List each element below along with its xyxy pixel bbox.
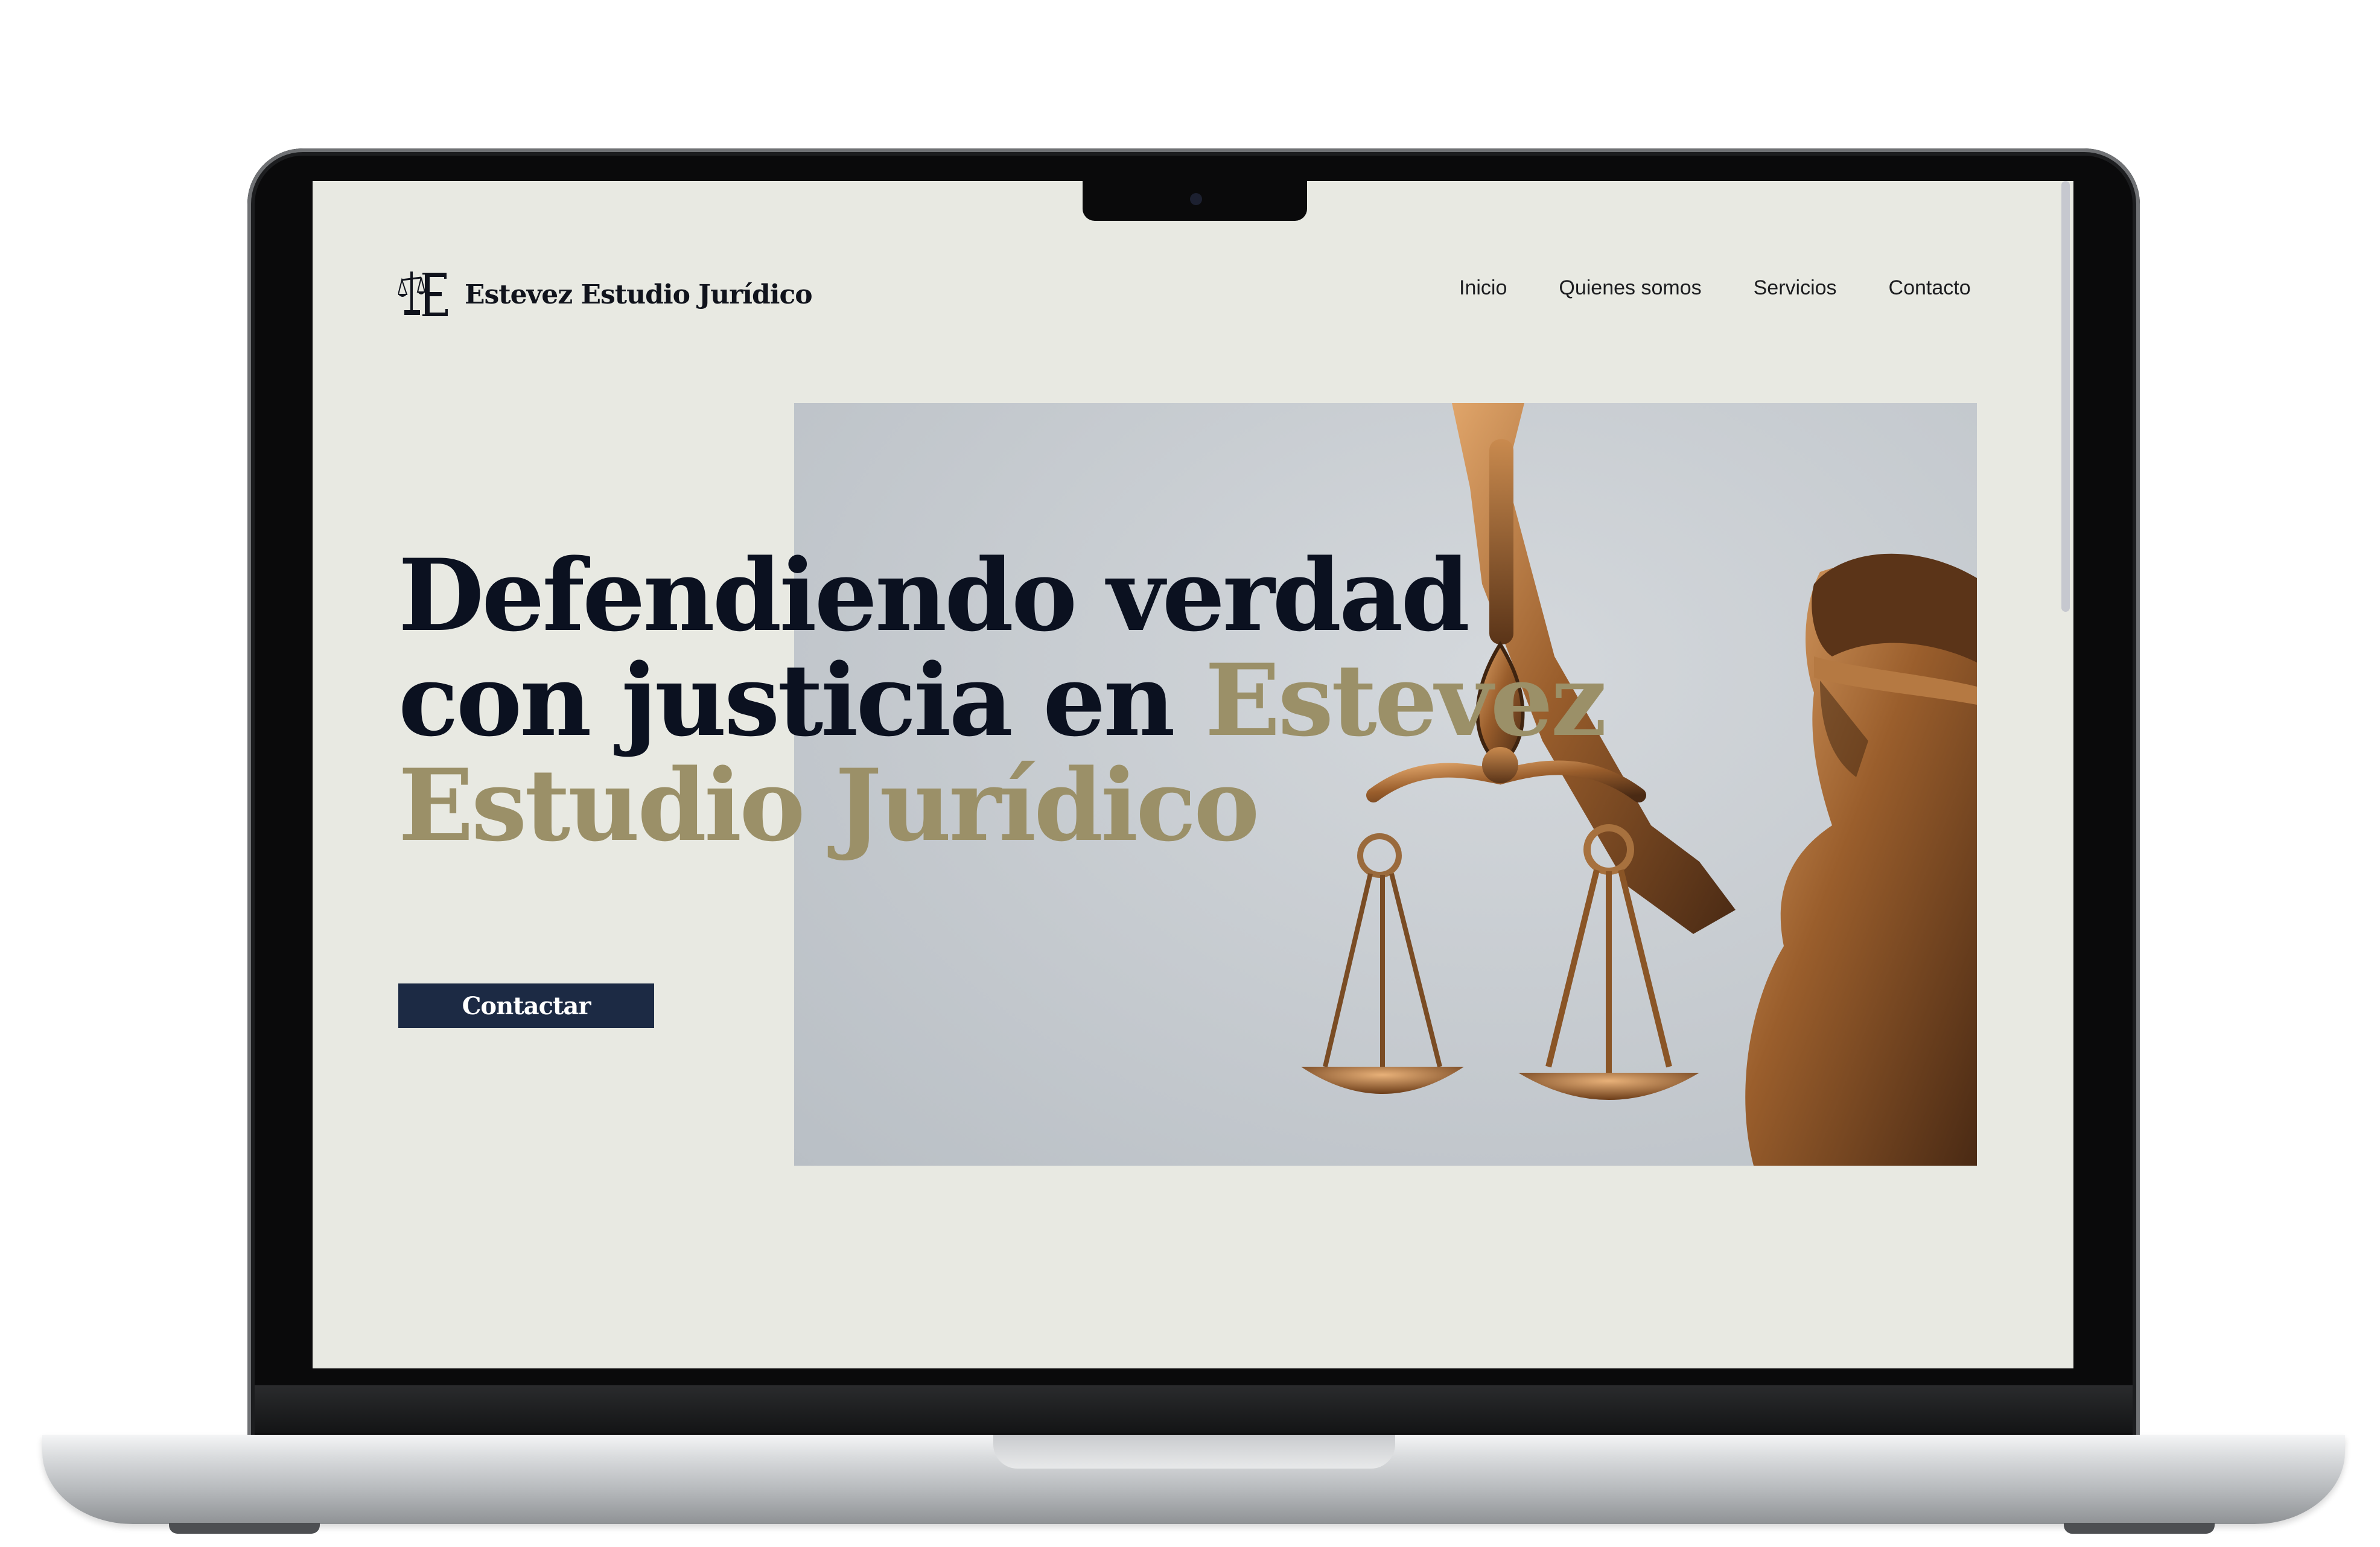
scales-logo-icon xyxy=(397,267,451,322)
brand-name: Estevez Estudio Jurídico xyxy=(465,279,813,310)
brand-logo-link[interactable]: Estevez Estudio Jurídico xyxy=(397,267,813,322)
laptop-screen: Estevez Estudio Jurídico Inicio Quienes … xyxy=(313,181,2073,1368)
nav-item-servicios[interactable]: Servicios xyxy=(1754,276,1837,300)
nav-item-inicio[interactable]: Inicio xyxy=(1459,276,1507,300)
nav-item-contacto[interactable]: Contacto xyxy=(1889,276,1971,300)
laptop-foot-right xyxy=(2064,1523,2215,1534)
scrollbar[interactable] xyxy=(2061,181,2070,612)
camera-notch xyxy=(1083,181,1307,221)
main-nav: Inicio Quienes somos Servicios Contacto xyxy=(1459,276,1971,300)
nav-item-quienes-somos[interactable]: Quienes somos xyxy=(1559,276,1701,300)
laptop-chin xyxy=(255,1385,2133,1434)
laptop-foot-left xyxy=(169,1523,320,1534)
contactar-button[interactable]: Contactar xyxy=(398,983,654,1028)
laptop-opening-notch xyxy=(993,1435,1395,1469)
hero-headline: Defendiendo verdad con justicia en Estev… xyxy=(398,543,1607,858)
camera-icon xyxy=(1190,193,1202,205)
